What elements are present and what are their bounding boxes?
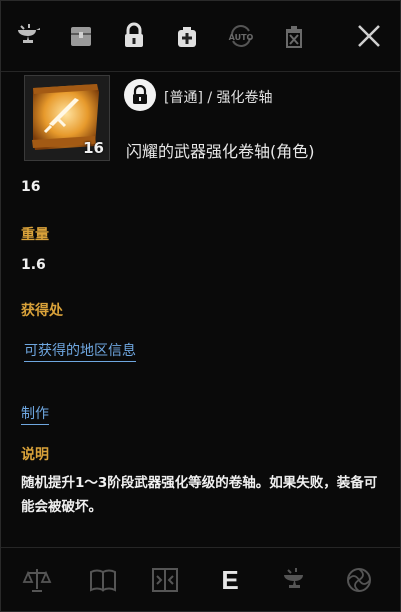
close-button[interactable] bbox=[353, 19, 385, 53]
item-count: 16 bbox=[83, 139, 104, 157]
lock-icon bbox=[125, 22, 143, 47]
description-label: 说明 bbox=[21, 447, 49, 463]
split-button[interactable] bbox=[147, 562, 183, 598]
bottom-toolbar: E bbox=[1, 547, 400, 612]
close-icon bbox=[358, 25, 380, 47]
item-slot[interactable]: 16 bbox=[24, 75, 110, 161]
item-name: 闪耀的武器强化卷轴(角色) bbox=[126, 142, 315, 161]
source-region-link[interactable]: 可获得的地区信息 bbox=[24, 340, 136, 362]
delete-button[interactable] bbox=[278, 19, 310, 53]
item-info-panel: AUTO 16 [普通] / 强化卷轴 闪耀的武器强化卷轴(角色) 16 重量 … bbox=[0, 0, 401, 612]
trash-icon bbox=[286, 26, 302, 48]
extract-button[interactable] bbox=[341, 562, 377, 598]
bag-plus-icon bbox=[178, 27, 196, 47]
lock-button[interactable] bbox=[118, 19, 150, 53]
auto-cycle-icon: AUTO bbox=[229, 25, 254, 47]
equip-label: E bbox=[221, 564, 239, 595]
anvil-icon bbox=[284, 568, 303, 588]
equip-button[interactable]: E bbox=[212, 562, 248, 598]
lock-icon bbox=[133, 85, 147, 104]
auto-label: AUTO bbox=[229, 33, 254, 42]
top-toolbar: AUTO bbox=[1, 1, 400, 72]
weight-label: 重量 bbox=[21, 227, 49, 243]
source-label: 获得处 bbox=[21, 303, 63, 319]
enhance-button[interactable] bbox=[278, 562, 314, 598]
item-category: [普通] / 强化卷轴 bbox=[164, 90, 273, 106]
encyclopedia-button[interactable] bbox=[85, 562, 121, 598]
scales-icon bbox=[22, 569, 52, 592]
chest-icon bbox=[71, 27, 91, 46]
lock-toggle[interactable] bbox=[124, 79, 156, 111]
anvil-icon bbox=[18, 24, 40, 43]
craft-link[interactable]: 制作 bbox=[21, 403, 49, 425]
book-icon bbox=[90, 569, 116, 592]
auto-button[interactable]: AUTO bbox=[225, 19, 257, 53]
add-to-inventory-button[interactable] bbox=[171, 19, 203, 53]
vortex-icon bbox=[347, 568, 371, 592]
compare-button[interactable] bbox=[19, 562, 55, 598]
quantity-value: 16 bbox=[21, 179, 41, 195]
weight-value: 1.6 bbox=[21, 257, 46, 273]
storage-button[interactable] bbox=[65, 19, 97, 53]
description-text: 随机提升1～3阶段武器强化等级的卷轴。如果失败，装备可能会被破坏。 bbox=[21, 475, 378, 515]
anvil-button[interactable] bbox=[13, 19, 45, 53]
split-icon bbox=[152, 568, 178, 592]
item-header: 16 [普通] / 强化卷轴 闪耀的武器强化卷轴(角色) bbox=[11, 73, 391, 168]
